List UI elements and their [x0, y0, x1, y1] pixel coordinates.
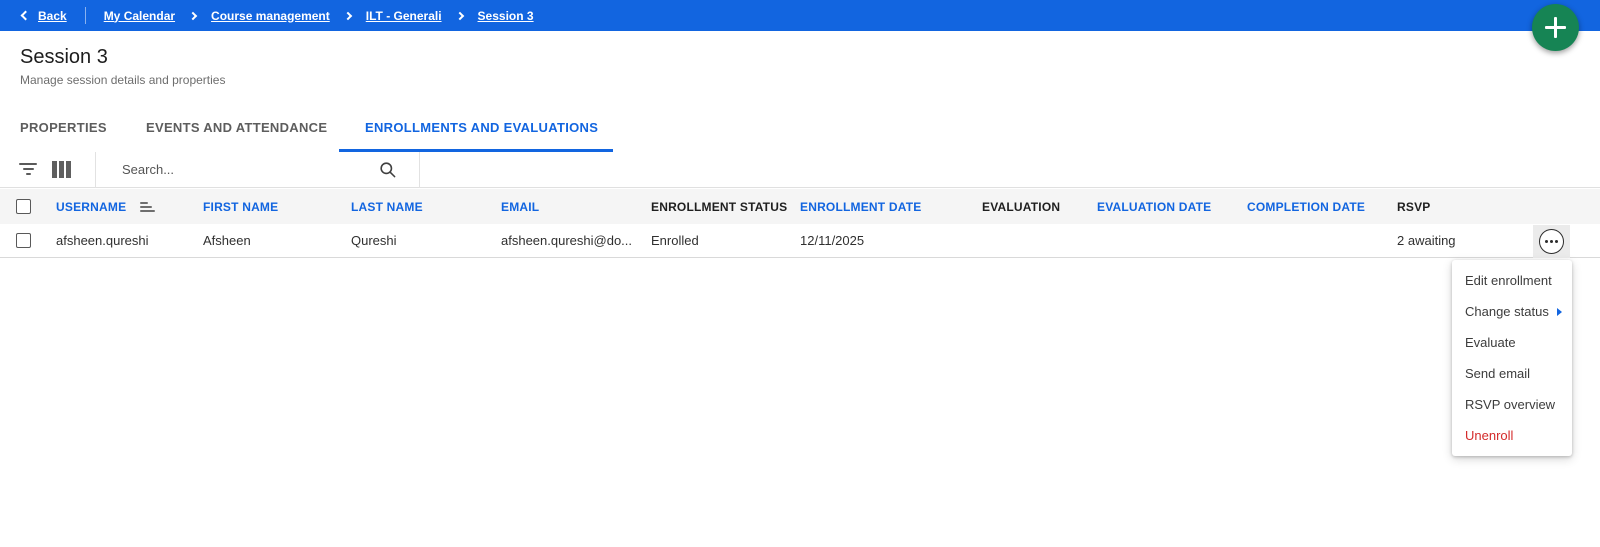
- row-actions-button[interactable]: [1533, 225, 1570, 258]
- breadcrumb-my-calendar[interactable]: My Calendar: [104, 9, 175, 23]
- column-header-completion-date[interactable]: COMPLETION DATE: [1237, 200, 1387, 214]
- column-header-enrollment-status: ENROLLMENT STATUS: [641, 200, 790, 214]
- table-row: afsheen.qureshi Afsheen Qureshi afsheen.…: [0, 224, 1600, 258]
- column-header-enrollment-date[interactable]: ENROLLMENT DATE: [790, 200, 972, 214]
- chevron-right-icon: [455, 11, 463, 19]
- chevron-left-icon: [21, 11, 31, 21]
- page-title: Session 3: [20, 46, 108, 69]
- tab-bar: PROPERTIES EVENTS AND ATTENDANCE ENROLLM…: [0, 108, 1600, 152]
- search-icon[interactable]: [378, 160, 397, 184]
- cell-username: afsheen.qureshi: [46, 233, 193, 248]
- tab-events-and-attendance[interactable]: EVENTS AND ATTENDANCE: [146, 120, 327, 135]
- breadcrumb-course-management[interactable]: Course management: [211, 9, 330, 23]
- back-button[interactable]: Back: [22, 9, 67, 23]
- toolbar-divider: [95, 152, 96, 188]
- sort-icon[interactable]: [140, 202, 155, 212]
- menu-item-rsvp-overview[interactable]: RSVP overview: [1452, 389, 1572, 420]
- menu-item-unenroll[interactable]: Unenroll: [1452, 420, 1572, 451]
- page-subtitle: Manage session details and properties: [20, 73, 225, 87]
- topbar-divider: [85, 7, 86, 24]
- table-header: USERNAME FIRST NAME LAST NAME EMAIL ENRO…: [0, 189, 1600, 224]
- tab-enrollments-and-evaluations[interactable]: ENROLLMENTS AND EVALUATIONS: [365, 120, 598, 135]
- table-toolbar: [0, 152, 1600, 188]
- breadcrumb: My Calendar Course management ILT - Gene…: [104, 9, 534, 23]
- column-header-username[interactable]: USERNAME: [46, 200, 193, 214]
- cell-enrollment-status: Enrolled: [641, 233, 790, 248]
- column-header-first-name[interactable]: FIRST NAME: [193, 200, 341, 214]
- menu-item-evaluate[interactable]: Evaluate: [1452, 327, 1572, 358]
- tab-properties[interactable]: PROPERTIES: [20, 120, 107, 135]
- select-all-checkbox[interactable]: [16, 199, 31, 214]
- breadcrumb-session-3[interactable]: Session 3: [478, 9, 534, 23]
- column-header-evaluation: EVALUATION: [972, 200, 1087, 214]
- menu-item-send-email[interactable]: Send email: [1452, 358, 1572, 389]
- chevron-right-icon: [189, 11, 197, 19]
- column-header-last-name[interactable]: LAST NAME: [341, 200, 491, 214]
- ellipsis-icon: [1539, 229, 1564, 254]
- plus-icon: [1554, 17, 1557, 38]
- toolbar-divider: [419, 152, 420, 188]
- column-header-email[interactable]: EMAIL: [491, 200, 641, 214]
- row-checkbox[interactable]: [16, 233, 31, 248]
- menu-item-edit-enrollment[interactable]: Edit enrollment: [1452, 265, 1572, 296]
- add-button[interactable]: [1532, 4, 1579, 51]
- search-input[interactable]: [110, 152, 365, 187]
- cell-email: afsheen.qureshi@do...: [491, 233, 641, 248]
- columns-icon[interactable]: [52, 161, 71, 178]
- breadcrumb-ilt-generali[interactable]: ILT - Generali: [366, 9, 442, 23]
- back-label[interactable]: Back: [38, 9, 67, 23]
- session-page: Back My Calendar Course management ILT -…: [0, 0, 1600, 547]
- column-header-rsvp: RSVP: [1387, 200, 1600, 214]
- filter-icon[interactable]: [18, 163, 38, 177]
- submenu-arrow-icon: [1557, 308, 1562, 316]
- cell-last-name: Qureshi: [341, 233, 491, 248]
- column-header-evaluation-date[interactable]: EVALUATION DATE: [1087, 200, 1237, 214]
- row-context-menu: Edit enrollment Change status Evaluate S…: [1452, 260, 1572, 456]
- chevron-right-icon: [344, 11, 352, 19]
- breadcrumb-bar: Back My Calendar Course management ILT -…: [0, 0, 1600, 31]
- cell-enrollment-date: 12/11/2025: [790, 233, 972, 248]
- menu-item-change-status[interactable]: Change status: [1452, 296, 1572, 327]
- cell-first-name: Afsheen: [193, 233, 341, 248]
